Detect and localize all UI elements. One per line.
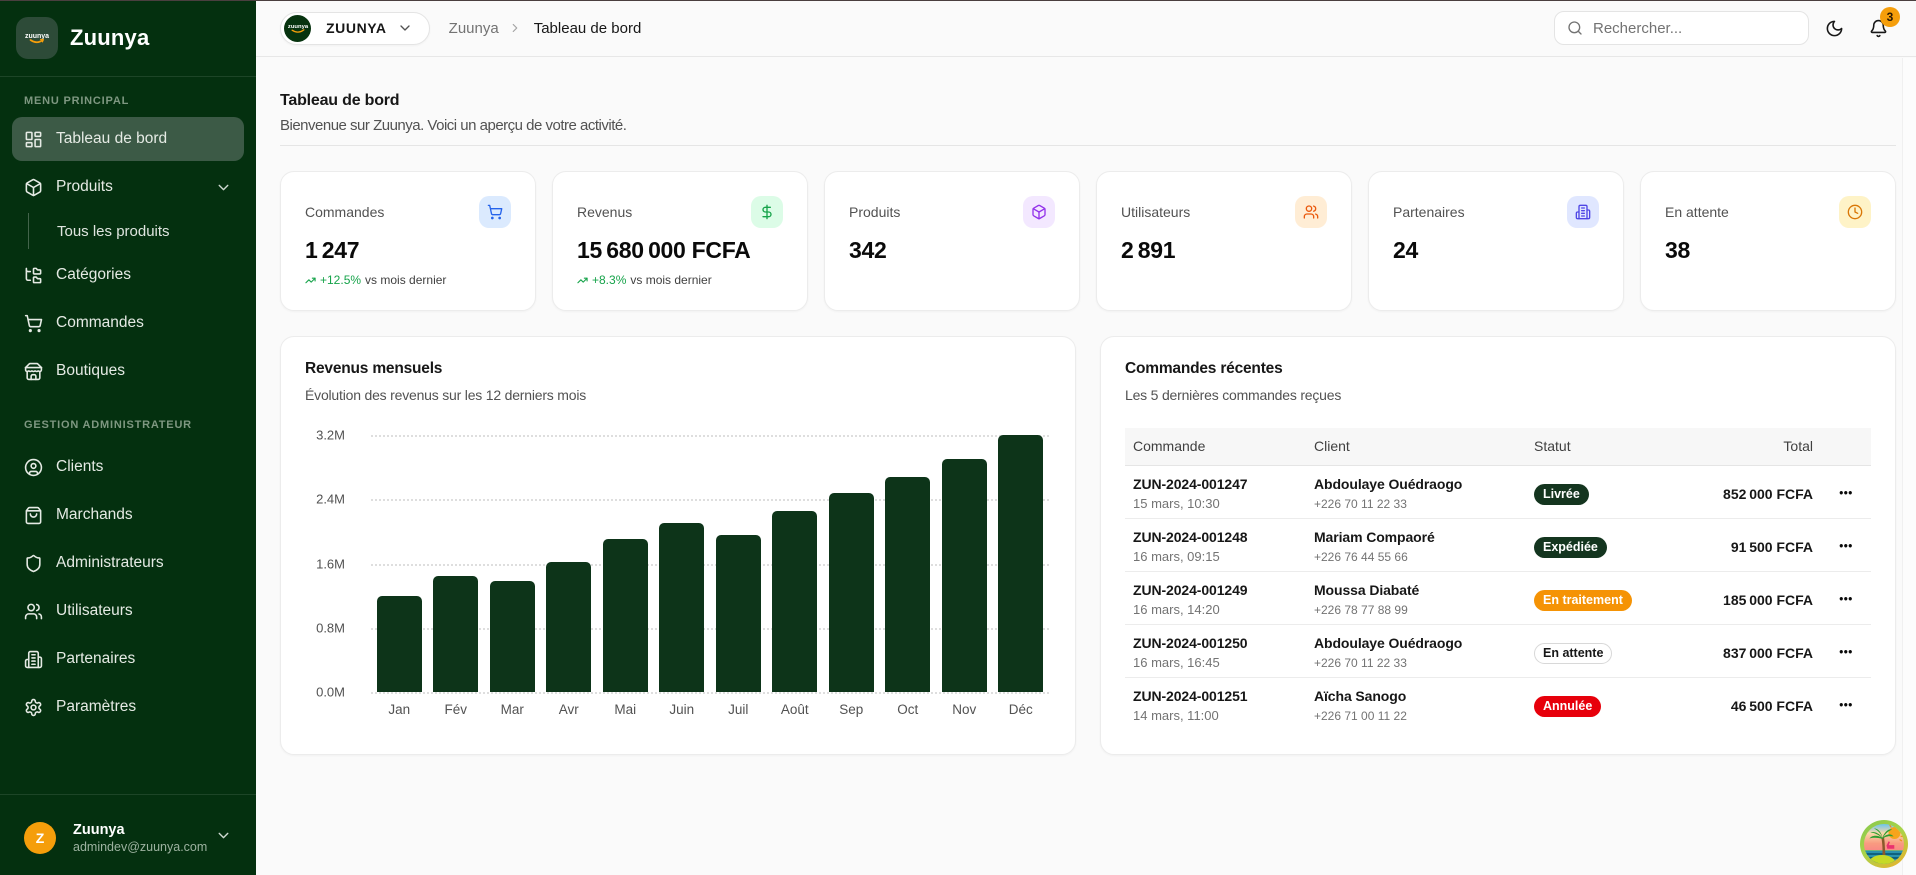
svg-text:zuunya: zuunya [287, 24, 308, 30]
svg-text:zuunya: zuunya [25, 33, 49, 40]
